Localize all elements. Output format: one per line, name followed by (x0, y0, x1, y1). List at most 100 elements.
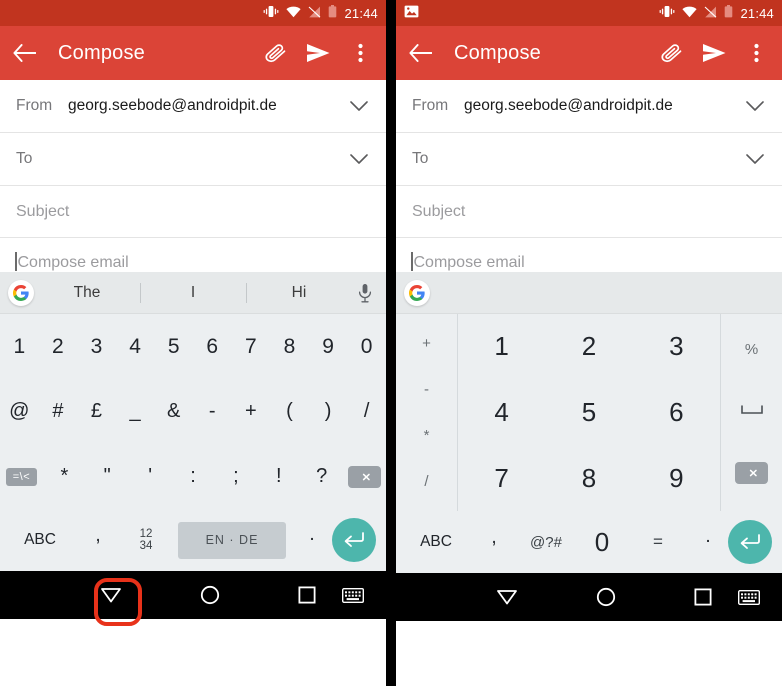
nav-back-icon[interactable] (496, 588, 518, 606)
nav-home-icon[interactable] (200, 585, 220, 605)
send-icon[interactable] (306, 41, 330, 65)
key-slash[interactable]: / (424, 473, 428, 490)
key-slash[interactable]: / (347, 379, 386, 444)
key-7[interactable]: 7 (458, 445, 545, 511)
suggestion-item[interactable]: Hi (246, 284, 352, 302)
key-8[interactable]: 8 (270, 314, 309, 379)
attachment-icon[interactable] (660, 41, 684, 65)
to-row[interactable]: To (0, 133, 386, 186)
key-5[interactable]: 5 (545, 380, 632, 446)
keyboard-right-numeric: + - * / 1 2 3 4 5 6 7 8 9 % ABC , @?# 0 … (396, 272, 782, 573)
key-8[interactable]: 8 (545, 445, 632, 511)
key-single-quote[interactable]: ' (129, 444, 172, 509)
overflow-menu-icon[interactable] (744, 41, 768, 65)
key-backspace[interactable] (735, 462, 768, 484)
from-row[interactable]: From georg.seebode@androidpit.de (396, 80, 782, 133)
google-logo-icon[interactable] (404, 279, 430, 306)
compose-body-input[interactable]: Compose email (396, 238, 782, 272)
key-colon[interactable]: : (172, 444, 215, 509)
key-plus[interactable]: + (422, 335, 431, 352)
key-paren-open[interactable]: ( (270, 379, 309, 444)
key-plus[interactable]: + (232, 379, 271, 444)
key-minus[interactable]: - (424, 381, 429, 398)
key-asterisk[interactable]: * (424, 427, 430, 444)
nav-home-icon[interactable] (596, 587, 616, 607)
key-comma[interactable]: , (472, 527, 516, 557)
google-logo-icon[interactable] (8, 279, 34, 306)
send-icon[interactable] (702, 41, 726, 65)
key-abc-toggle[interactable]: ABC (400, 533, 472, 551)
key-0[interactable]: 0 (576, 527, 628, 558)
key-2[interactable]: 2 (545, 314, 632, 380)
numeric-keypad-toggle-key[interactable]: 12 34 (120, 518, 172, 562)
key-spacebar[interactable]: EN · DE (178, 521, 286, 559)
nav-recents-icon[interactable] (694, 588, 712, 606)
key-symbol-page-toggle[interactable]: =\< (0, 444, 43, 509)
key-7[interactable]: 7 (232, 314, 271, 379)
key-double-quote[interactable]: " (86, 444, 129, 509)
key-0[interactable]: 0 (347, 314, 386, 379)
key-asterisk[interactable]: * (43, 444, 86, 509)
suggestion-item[interactable]: The (34, 284, 140, 302)
attachment-icon[interactable] (264, 41, 288, 65)
key-period[interactable]: . (292, 524, 332, 556)
key-pound[interactable]: £ (77, 379, 116, 444)
subject-input[interactable]: Subject (16, 203, 370, 221)
key-3[interactable]: 3 (77, 314, 116, 379)
key-enter[interactable] (332, 518, 376, 562)
key-at[interactable]: @ (0, 379, 39, 444)
nav-back-icon[interactable] (100, 586, 122, 604)
nav-keyboard-switch-icon[interactable] (342, 587, 364, 603)
key-hash[interactable]: # (39, 379, 78, 444)
key-9[interactable]: 9 (309, 314, 348, 379)
key-3[interactable]: 3 (633, 314, 720, 380)
key-minus[interactable]: - (193, 379, 232, 444)
key-enter[interactable] (728, 520, 772, 564)
subject-row[interactable]: Subject (0, 186, 386, 238)
back-arrow-icon[interactable] (12, 41, 36, 65)
overflow-menu-icon[interactable] (348, 41, 372, 65)
subject-input[interactable]: Subject (412, 203, 766, 221)
key-4[interactable]: 4 (116, 314, 155, 379)
chevron-down-icon[interactable] (744, 95, 766, 117)
key-paren-close[interactable]: ) (309, 379, 348, 444)
key-comma[interactable]: , (76, 525, 120, 555)
key-underscore[interactable]: _ (116, 379, 155, 444)
back-arrow-icon[interactable] (408, 41, 432, 65)
key-9[interactable]: 9 (633, 445, 720, 511)
to-row[interactable]: To (396, 133, 782, 186)
numeric-keypad: + - * / 1 2 3 4 5 6 7 8 9 % (396, 314, 782, 511)
key-symbols-toggle[interactable]: @?# (516, 534, 576, 551)
compose-body-input[interactable]: Compose email (0, 238, 386, 272)
key-6[interactable]: 6 (193, 314, 232, 379)
key-space[interactable] (740, 400, 764, 420)
subject-row[interactable]: Subject (396, 186, 782, 238)
status-bar-left: 21:44 (0, 0, 386, 26)
key-abc-toggle[interactable]: ABC (4, 531, 76, 549)
numpad-row: 4 5 6 (458, 380, 720, 446)
key-backspace[interactable] (343, 444, 386, 509)
key-percent[interactable]: % (745, 341, 758, 358)
key-ampersand[interactable]: & (154, 379, 193, 444)
symbol-page-toggle-label: =\< (5, 467, 38, 486)
key-1[interactable]: 1 (0, 314, 39, 379)
microphone-icon[interactable] (352, 283, 378, 303)
nav-keyboard-switch-icon[interactable] (738, 589, 760, 605)
key-2[interactable]: 2 (39, 314, 78, 379)
key-equals[interactable]: = (628, 532, 688, 552)
chevron-down-icon[interactable] (348, 95, 370, 117)
key-exclamation[interactable]: ! (257, 444, 300, 509)
key-6[interactable]: 6 (633, 380, 720, 446)
suggestion-item[interactable]: I (140, 284, 246, 302)
nav-recents-icon[interactable] (298, 586, 316, 604)
from-row[interactable]: From georg.seebode@androidpit.de (0, 80, 386, 133)
key-1[interactable]: 1 (458, 314, 545, 380)
key-4[interactable]: 4 (458, 380, 545, 446)
key-period[interactable]: . (688, 526, 728, 558)
key-5[interactable]: 5 (154, 314, 193, 379)
key-question[interactable]: ? (300, 444, 343, 509)
chevron-down-icon[interactable] (348, 148, 370, 170)
chevron-down-icon[interactable] (744, 148, 766, 170)
key-semicolon[interactable]: ; (214, 444, 257, 509)
compose-body-placeholder: Compose email (17, 254, 129, 271)
